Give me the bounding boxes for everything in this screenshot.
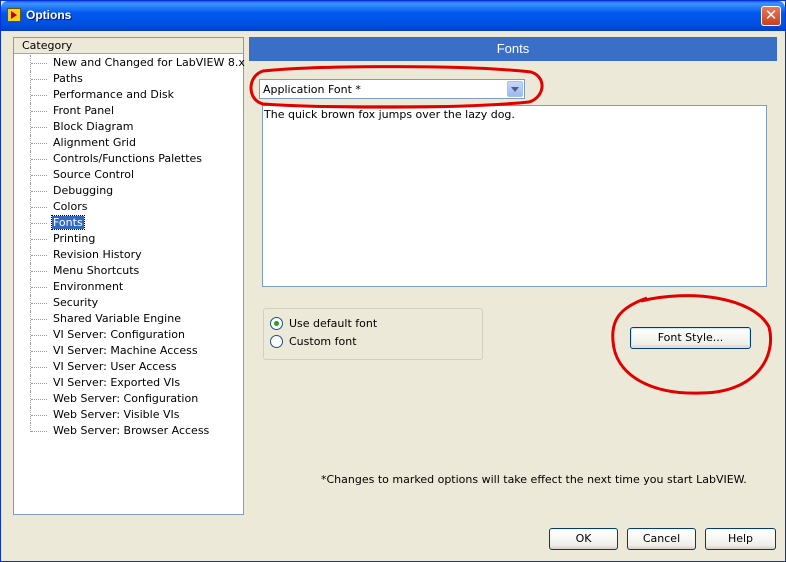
tree-connector-branch: [31, 255, 47, 257]
tree-connector-branch: [31, 271, 47, 273]
category-item[interactable]: Web Server: Configuration: [14, 391, 199, 407]
category-item-label: Performance and Disk: [53, 88, 175, 101]
category-item[interactable]: Debugging: [14, 183, 114, 199]
category-item[interactable]: VI Server: Configuration: [14, 327, 186, 343]
category-item[interactable]: Performance and Disk: [14, 87, 175, 103]
category-item[interactable]: Front Panel: [14, 103, 115, 119]
category-item[interactable]: Colors: [14, 199, 88, 215]
category-item-label: Revision History: [53, 248, 142, 261]
category-item[interactable]: Controls/Functions Palettes: [14, 151, 203, 167]
ok-button[interactable]: OK: [549, 528, 618, 550]
tree-connector-branch: [31, 143, 47, 145]
tree-connector-branch: [31, 383, 47, 385]
chevron-down-icon[interactable]: [507, 81, 523, 97]
category-item[interactable]: VI Server: Machine Access: [14, 343, 199, 359]
restart-footnote: *Changes to marked options will take eff…: [321, 473, 747, 486]
category-item-label: Security: [53, 296, 99, 309]
title-bar[interactable]: Options ✕: [1, 1, 785, 31]
tree-connector-branch: [31, 351, 47, 353]
category-item-label: Environment: [53, 280, 124, 293]
category-item[interactable]: Web Server: Browser Access: [14, 423, 210, 439]
tree-connector-branch: [31, 303, 47, 305]
category-item[interactable]: New and Changed for LabVIEW 8.x: [14, 55, 246, 71]
category-item[interactable]: Fonts: [14, 215, 85, 231]
tree-connector-branch: [31, 63, 47, 65]
category-item-label: Alignment Grid: [53, 136, 136, 149]
section-title: Fonts: [249, 37, 777, 61]
tree-connector-branch: [31, 159, 47, 161]
category-item-label: Block Diagram: [53, 120, 134, 133]
font-select-value: Application Font *: [263, 83, 361, 96]
tree-connector-branch: [31, 191, 47, 193]
tree-connector-branch: [31, 223, 47, 225]
preview-text: The quick brown fox jumps over the lazy …: [264, 108, 515, 121]
font-preview-box: The quick brown fox jumps over the lazy …: [262, 105, 767, 287]
tree-connector-branch: [31, 175, 47, 177]
category-item[interactable]: Revision History: [14, 247, 143, 263]
font-style-button[interactable]: Font Style...: [630, 327, 751, 349]
category-item-label: Controls/Functions Palettes: [53, 152, 203, 165]
category-item-label: Printing: [53, 232, 96, 245]
tree-connector-branch: [31, 335, 47, 337]
category-item[interactable]: Web Server: Visible VIs: [14, 407, 181, 423]
category-item-label: Paths: [53, 72, 83, 85]
category-item-label: Colors: [53, 200, 88, 213]
category-item[interactable]: Shared Variable Engine: [14, 311, 182, 327]
category-item-label: Fonts: [51, 215, 85, 230]
tree-connector-branch: [31, 111, 47, 113]
tree-connector-branch: [31, 239, 47, 241]
category-item-label: VI Server: Configuration: [53, 328, 185, 341]
category-item[interactable]: Alignment Grid: [14, 135, 137, 151]
category-item[interactable]: VI Server: Exported VIs: [14, 375, 181, 391]
category-item[interactable]: Security: [14, 295, 99, 311]
options-dialog: Options ✕ Category New and Changed for L…: [0, 0, 786, 562]
category-item-label: Front Panel: [53, 104, 114, 117]
tree-connector-branch: [31, 287, 47, 289]
category-header: Category: [14, 38, 243, 54]
tree-connector-branch: [31, 79, 47, 81]
tree-connector-branch: [31, 127, 47, 129]
tree-connector-branch: [31, 431, 47, 433]
category-item[interactable]: Printing: [14, 231, 96, 247]
font-option-group: Use default font Custom font: [263, 308, 483, 360]
category-item-label: Source Control: [53, 168, 135, 181]
category-item-label: Web Server: Browser Access: [53, 424, 210, 437]
tree-connector-branch: [31, 95, 47, 97]
category-item-label: Menu Shortcuts: [53, 264, 140, 277]
tree-connector-branch: [31, 415, 47, 417]
category-item-label: VI Server: Exported VIs: [53, 376, 181, 389]
tree-connector-branch: [31, 319, 47, 321]
category-item[interactable]: Menu Shortcuts: [14, 263, 140, 279]
radio-label-custom: Custom font: [289, 335, 357, 348]
category-item-label: Shared Variable Engine: [53, 312, 181, 325]
category-item[interactable]: Paths: [14, 71, 84, 87]
category-item[interactable]: Environment: [14, 279, 124, 295]
category-panel: Category New and Changed for LabVIEW 8.x…: [13, 37, 246, 515]
help-button[interactable]: Help: [705, 528, 776, 550]
category-item-label: Web Server: Configuration: [53, 392, 199, 405]
category-item-label: Debugging: [53, 184, 114, 197]
tree-connector-branch: [31, 367, 47, 369]
tree-connector-branch: [31, 399, 47, 401]
category-item[interactable]: Block Diagram: [14, 119, 134, 135]
category-item-label: New and Changed for LabVIEW 8.x: [53, 56, 245, 69]
radio-label-default: Use default font: [289, 317, 378, 330]
window-title: Options: [26, 8, 72, 22]
tree-connector-branch: [31, 207, 47, 209]
radio-button-default[interactable]: [270, 317, 283, 330]
category-item[interactable]: VI Server: User Access: [14, 359, 178, 375]
cancel-button[interactable]: Cancel: [627, 528, 696, 550]
labview-app-icon: [7, 8, 21, 22]
category-item-label: Web Server: Visible VIs: [53, 408, 180, 421]
category-item-label: VI Server: User Access: [53, 360, 177, 373]
font-select-dropdown[interactable]: Application Font *: [259, 79, 525, 99]
close-icon: ✕: [764, 6, 778, 24]
category-item[interactable]: Source Control: [14, 167, 135, 183]
close-button[interactable]: ✕: [761, 6, 781, 26]
category-item-label: VI Server: Machine Access: [53, 344, 198, 357]
radio-button-custom[interactable]: [270, 335, 283, 348]
